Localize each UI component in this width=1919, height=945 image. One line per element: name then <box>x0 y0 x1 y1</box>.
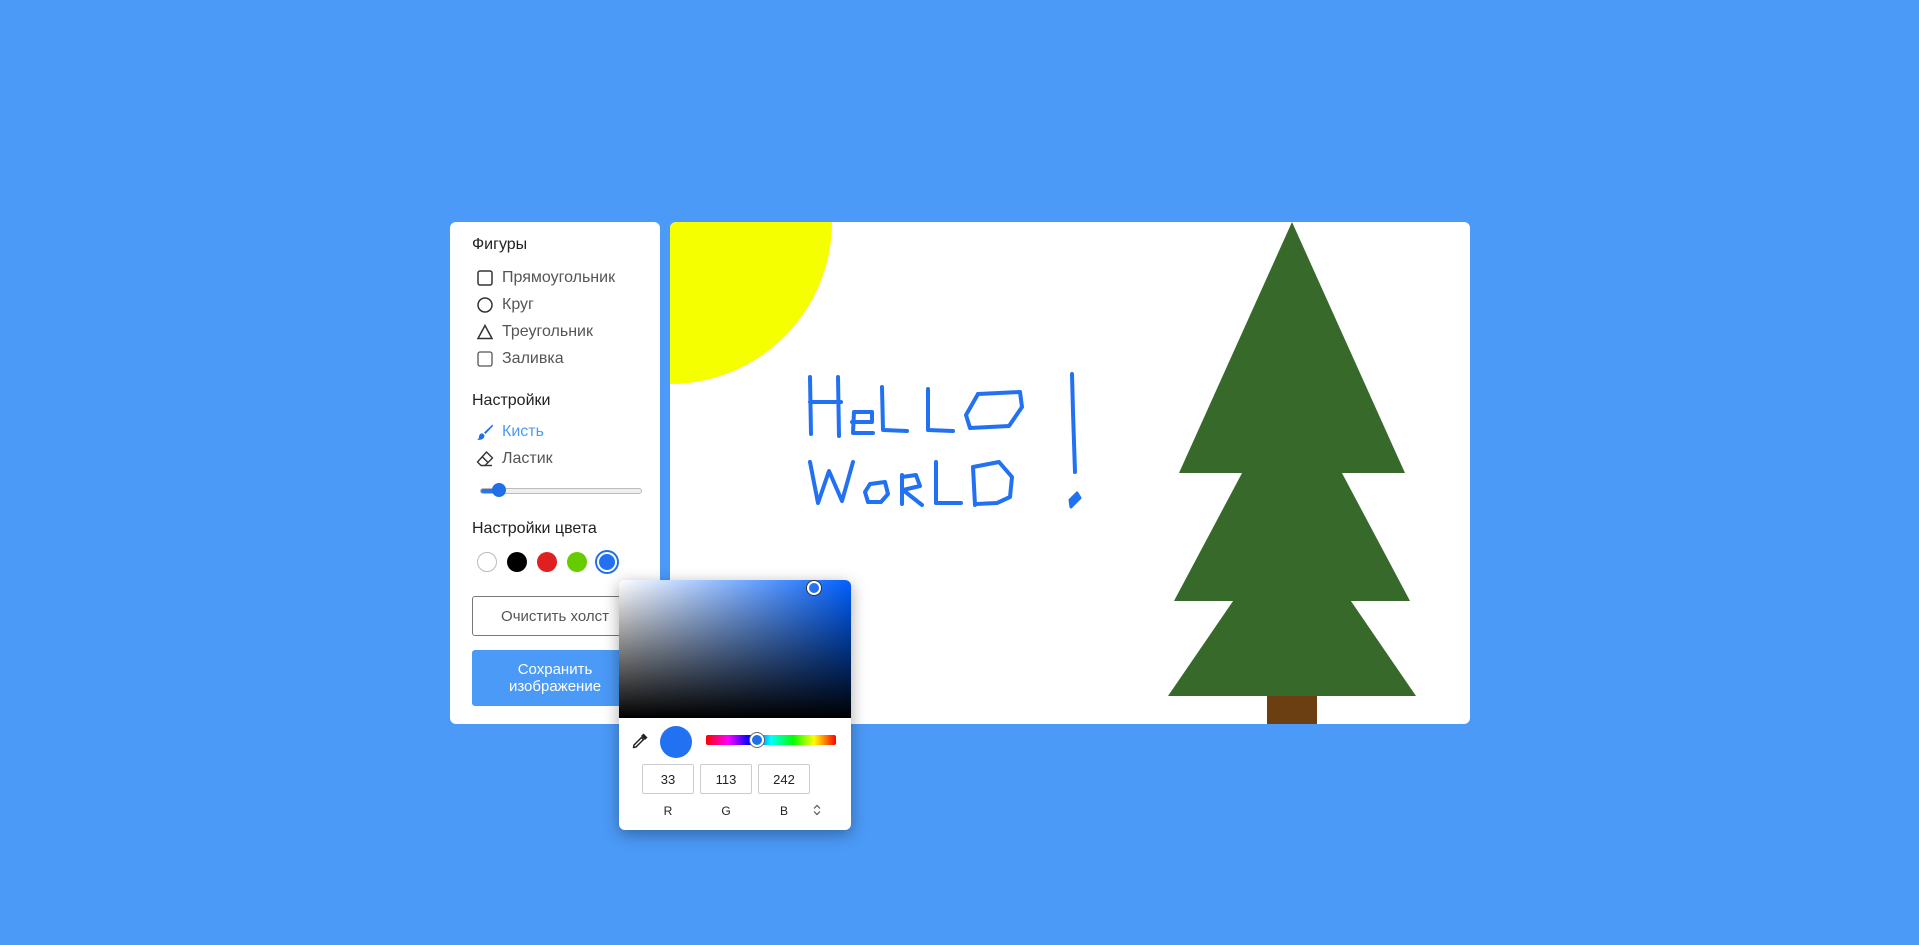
color-swatch-red[interactable] <box>537 552 557 572</box>
red-label: R <box>663 804 673 818</box>
tool-eraser-label: Ластик <box>502 450 553 467</box>
saturation-value-area[interactable] <box>619 580 851 718</box>
settings-title: Настройки <box>472 392 551 409</box>
tool-brush[interactable]: Кисть <box>476 421 544 443</box>
handwritten-strokes <box>808 372 1082 509</box>
saturation-knob[interactable] <box>807 581 821 595</box>
tool-triangle[interactable]: Треугольник <box>476 321 593 343</box>
color-swatch-blue[interactable] <box>597 552 617 572</box>
red-input[interactable] <box>642 764 694 794</box>
tree-shape <box>1168 222 1416 724</box>
clear-canvas-button[interactable]: Очистить холст <box>472 596 638 636</box>
shapes-title: Фигуры <box>472 236 528 253</box>
fill-toggle[interactable]: Заливка <box>476 348 564 370</box>
color-swatch-green[interactable] <box>567 552 587 572</box>
tool-circle[interactable]: Круг <box>476 294 534 316</box>
save-image-button[interactable]: Сохранить изображение <box>472 650 638 706</box>
hue-knob[interactable] <box>749 733 764 747</box>
checkbox-icon <box>476 350 494 368</box>
brush-icon <box>476 423 494 441</box>
tool-eraser[interactable]: Ластик <box>476 448 553 470</box>
color-picker-popup: R G B <box>619 580 851 830</box>
tool-circle-label: Круг <box>502 296 534 313</box>
current-color-preview <box>660 726 692 758</box>
slider-thumb[interactable] <box>491 483 506 497</box>
tool-rectangle[interactable]: Прямоугольник <box>476 267 615 289</box>
brush-size-slider[interactable] <box>480 483 642 497</box>
green-input[interactable] <box>700 764 752 794</box>
eraser-icon <box>476 450 494 468</box>
color-swatch-black[interactable] <box>507 552 527 572</box>
blue-input[interactable] <box>758 764 810 794</box>
mode-toggle-icon[interactable] <box>813 804 821 819</box>
hue-slider[interactable] <box>706 733 836 747</box>
tree-trunk <box>1267 696 1317 724</box>
tree-bottom-tier <box>1168 515 1416 696</box>
tool-brush-label: Кисть <box>502 423 544 440</box>
color-settings-title: Настройки цвета <box>472 520 597 537</box>
eyedropper-icon[interactable] <box>631 732 649 750</box>
circle-icon <box>476 296 494 314</box>
square-icon <box>476 269 494 287</box>
green-label: G <box>721 804 731 818</box>
blue-label: B <box>779 804 788 818</box>
fill-toggle-label: Заливка <box>502 350 564 367</box>
sun-shape <box>670 222 832 384</box>
tool-rectangle-label: Прямоугольник <box>502 269 616 286</box>
color-swatch-white[interactable] <box>477 552 497 572</box>
tool-triangle-label: Треугольник <box>502 323 593 340</box>
triangle-icon <box>476 323 494 341</box>
